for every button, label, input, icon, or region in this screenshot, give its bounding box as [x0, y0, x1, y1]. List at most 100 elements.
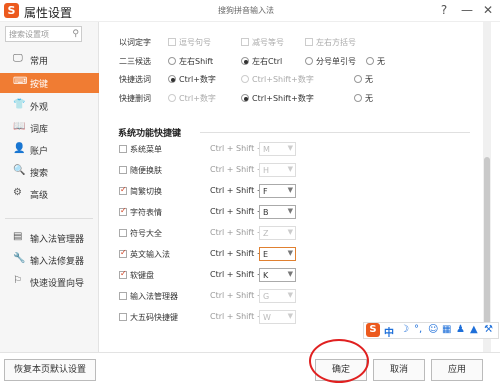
hotkey-checkbox[interactable]: 符号大全	[119, 228, 162, 239]
hotkey-name: 软键盘	[130, 271, 154, 280]
hotkey-key-select[interactable]: B ▼	[259, 205, 296, 219]
hotkey-checkbox[interactable]: 简繁切换	[119, 185, 162, 197]
ime-mode-label[interactable]: 中	[384, 324, 394, 339]
radio-circle[interactable]	[168, 94, 176, 102]
radio-circle[interactable]	[366, 57, 374, 65]
radio-circle[interactable]	[305, 57, 313, 65]
radio-none[interactable]: 无	[366, 56, 385, 67]
checkbox-box[interactable]	[119, 206, 127, 216]
help-button[interactable]: ?	[436, 3, 452, 17]
checkbox-box[interactable]	[119, 292, 127, 300]
search-input[interactable]: 搜索设置项 ⚲	[5, 26, 82, 42]
shirt-icon: 👕	[13, 99, 26, 110]
chevron-down-icon[interactable]: ▼	[288, 249, 293, 257]
checkbox-box[interactable]	[119, 229, 127, 237]
hotkey-checkbox[interactable]: 字符表情	[119, 206, 162, 218]
radio-circle[interactable]	[354, 75, 362, 83]
sidebar: 搜索设置项 ⚲ 🖵 常用 ⌨ 按键 👕 外观 📖 词库 👤 账户 🔍 搜索 ⚙ 高级 ▤ 输入法管理器 🔧 输入…	[0, 22, 99, 352]
radio-left-right-shift[interactable]: 左右Shift	[168, 56, 213, 67]
hotkey-checkbox[interactable]: 输入法管理器	[119, 291, 178, 302]
hotkey-key-select[interactable]: E ▼	[259, 247, 296, 261]
wrench-icon[interactable]: ⚒	[484, 324, 493, 335]
radio-quick-delete-ctrl-shift-num[interactable]: Ctrl+Shift+数字	[241, 93, 314, 104]
sidebar-tool-2[interactable]: ⚐ 快速设置向导	[0, 272, 99, 292]
radio-quick-select-ctrl-shift-num[interactable]: Ctrl+Shift+数字	[241, 74, 314, 85]
sidebar-item-5[interactable]: 🔍 搜索	[0, 162, 99, 182]
chevron-down-icon[interactable]: ▼	[288, 270, 293, 278]
emoji-icon[interactable]: ☺	[428, 324, 438, 335]
hotkey-key-select[interactable]: Z ▼	[259, 226, 296, 240]
radio-semicolon-quote[interactable]: 分号单引号	[305, 56, 356, 67]
chevron-down-icon[interactable]: ▼	[288, 207, 293, 215]
checkbox-box[interactable]	[241, 38, 249, 46]
hotkey-key-select[interactable]: M ▼	[259, 142, 296, 156]
hotkey-key-select[interactable]: G ▼	[259, 289, 296, 303]
sidebar-item-4[interactable]: 👤 账户	[0, 140, 99, 160]
chevron-down-icon[interactable]: ▼	[288, 291, 293, 299]
chevron-down-icon[interactable]: ▼	[288, 144, 293, 152]
radio-circle[interactable]	[354, 94, 362, 102]
scrollbar-thumb[interactable]	[484, 157, 490, 337]
hotkey-checkbox[interactable]: 大五码快捷键	[119, 312, 178, 323]
checkbox-box[interactable]	[119, 248, 127, 258]
radio-circle[interactable]	[241, 75, 249, 83]
search-placeholder: 搜索设置项	[9, 30, 49, 39]
sidebar-divider	[5, 218, 93, 219]
ime-toolbar[interactable]: S 中 ☽ °, ☺ ▦ ♟ ▲ ⚒	[363, 322, 499, 339]
restore-defaults-button[interactable]: 恢复本页默认设置	[4, 359, 96, 381]
scrollbar[interactable]	[483, 22, 491, 352]
radio-circle-selected[interactable]	[241, 94, 249, 102]
sidebar-item-6[interactable]: ⚙ 高级	[0, 184, 99, 204]
radio-quick-delete-ctrl-num[interactable]: Ctrl+数字	[168, 93, 216, 104]
radio-circle-selected[interactable]	[168, 75, 176, 83]
hotkey-key-select[interactable]: K ▼	[259, 268, 296, 282]
keyboard-icon[interactable]: ▦	[442, 324, 451, 335]
hotkey-checkbox[interactable]: 系统菜单	[119, 144, 162, 155]
ime-logo-icon[interactable]: S	[366, 323, 380, 337]
close-button[interactable]: ✕	[480, 3, 496, 17]
radio-circle-selected[interactable]	[241, 57, 249, 65]
radio-circle[interactable]	[168, 57, 176, 65]
radio-quick-delete-none[interactable]: 无	[354, 93, 373, 104]
sidebar-item-3[interactable]: 📖 词库	[0, 118, 99, 138]
hotkeys-section-title: 系统功能快捷键	[118, 129, 182, 139]
checkbox-comma-period[interactable]: 逗号句号	[168, 37, 211, 48]
checkbox-box[interactable]	[305, 38, 313, 46]
chevron-down-icon[interactable]: ▼	[288, 312, 293, 320]
skin-icon[interactable]: ▲	[470, 324, 478, 335]
punctuation-icon[interactable]: °,	[414, 324, 422, 335]
chevron-down-icon[interactable]: ▼	[288, 186, 293, 194]
hotkey-key-select[interactable]: F ▼	[259, 184, 296, 198]
sidebar-tool-0[interactable]: ▤ 输入法管理器	[0, 228, 99, 248]
radio-quick-select-none[interactable]: 无	[354, 74, 373, 85]
checkbox-box[interactable]	[119, 313, 127, 321]
sidebar-item-label: 账户	[30, 147, 49, 157]
checkbox-box[interactable]	[119, 166, 127, 174]
chevron-down-icon[interactable]: ▼	[288, 165, 293, 173]
hotkey-key-select[interactable]: H ▼	[259, 163, 296, 177]
apply-button[interactable]: 应用	[431, 359, 483, 381]
hotkey-checkbox[interactable]: 软键盘	[119, 269, 154, 281]
hotkey-checkbox[interactable]: 英文输入法	[119, 248, 170, 260]
moon-icon[interactable]: ☽	[400, 324, 409, 335]
checkbox-box[interactable]	[119, 145, 127, 153]
user-icon[interactable]: ♟	[456, 324, 465, 335]
cancel-button[interactable]: 取消	[373, 359, 425, 381]
search-icon[interactable]: ⚲	[72, 29, 79, 39]
radio-left-right-ctrl[interactable]: 左右Ctrl	[241, 56, 282, 67]
chevron-down-icon[interactable]: ▼	[288, 228, 293, 236]
sidebar-item-1[interactable]: ⌨ 按键	[0, 73, 99, 93]
minimize-button[interactable]: —	[459, 3, 475, 17]
hotkey-key-select[interactable]: W ▼	[259, 310, 296, 324]
checkbox-brackets[interactable]: 左右方括号	[305, 37, 356, 48]
checkbox-box[interactable]	[119, 185, 127, 195]
hotkey-checkbox[interactable]: 随便换肤	[119, 165, 162, 176]
sidebar-tool-1[interactable]: 🔧 输入法修复器	[0, 250, 99, 270]
radio-quick-select-ctrl-num[interactable]: Ctrl+数字	[168, 74, 216, 85]
sidebar-item-2[interactable]: 👕 外观	[0, 96, 99, 116]
checkbox-box[interactable]	[168, 38, 176, 46]
checkbox-box[interactable]	[119, 269, 127, 279]
hotkey-key-value: E	[263, 250, 269, 259]
sidebar-item-0[interactable]: 🖵 常用	[0, 50, 99, 70]
checkbox-minus-equal[interactable]: 减号等号	[241, 37, 284, 48]
